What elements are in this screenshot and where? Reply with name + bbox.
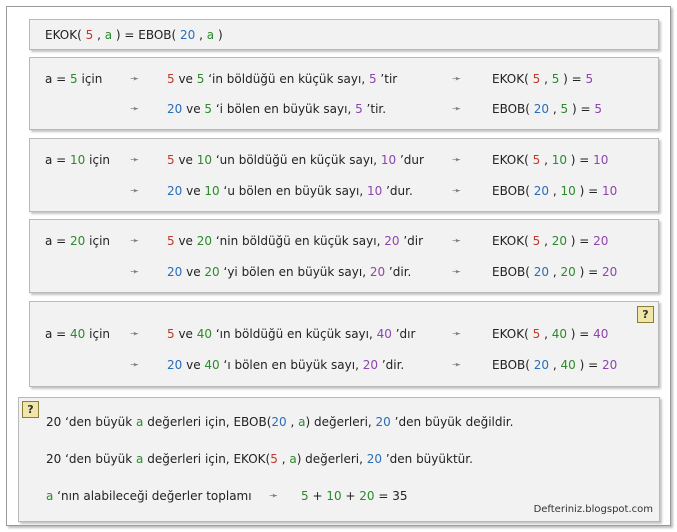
arrow-icon: ➛: [452, 72, 462, 85]
ekok-result: EKOK( 5 , 10 ) = 10: [492, 153, 609, 167]
arrow-icon: ➛: [269, 489, 279, 502]
arrow-icon: ➛: [452, 184, 462, 197]
ekok-explanation: 5 ve 5 ‘in böldüğü en küçük sayı, 5 ’tir: [167, 72, 398, 86]
conclusion-text: 20 ‘den büyük a değerleri için, EBOB(20 …: [46, 415, 514, 429]
equation-text: EKOK( 5 , a ) = EBOB( 20 , a ): [45, 28, 223, 42]
page-frame: EKOK( 5 , a ) = EBOB( 20 , a ) a = 5 içi…: [6, 6, 671, 526]
arrow-icon: ➛: [130, 102, 140, 115]
case-condition: a = 10 için: [45, 153, 111, 167]
case-box-a40: ? a = 40 için ➛ 5 ve 40 ‘ın böldüğü en k…: [29, 301, 659, 387]
arrow-icon: ➛: [452, 327, 462, 340]
sum-label: a ‘nın alabileceği değerler toplamı: [46, 489, 252, 503]
ebob-explanation: 20 ve 40 ‘ı bölen en büyük sayı, 20 ’dir…: [167, 358, 405, 372]
ekok-explanation: 5 ve 20 ‘nin böldüğü en küçük sayı, 20 ’…: [167, 234, 424, 248]
case-box-a5: a = 5 için ➛ 5 ve 5 ‘in böldüğü en küçük…: [29, 57, 659, 130]
case-condition: a = 5 için: [45, 72, 103, 86]
case-row-1: a = 20 için ➛ 5 ve 20 ‘nin böldüğü en kü…: [30, 233, 658, 249]
conclusion-line-1: 20 ‘den büyük a değerleri için, EBOB(20 …: [19, 414, 659, 430]
arrow-icon: ➛: [452, 102, 462, 115]
arrow-icon: ➛: [130, 234, 140, 247]
arrow-icon: ➛: [452, 153, 462, 166]
ebob-result: EBOB( 20 , 20 ) = 20: [492, 265, 618, 279]
case-row-1: a = 10 için ➛ 5 ve 10 ‘un böldüğü en küç…: [30, 152, 658, 168]
arrow-icon: ➛: [452, 358, 462, 371]
arrow-icon: ➛: [130, 358, 140, 371]
case-row-2: ➛ 20 ve 5 ‘i bölen en büyük sayı, 5 ’tir…: [30, 101, 658, 117]
ebob-explanation: 20 ve 5 ‘i bölen en büyük sayı, 5 ’tir.: [167, 102, 387, 116]
ekok-result: EKOK( 5 , 40 ) = 40: [492, 327, 609, 341]
ebob-result: EBOB( 20 , 40 ) = 20: [492, 358, 618, 372]
ebob-explanation: 20 ve 10 ‘u bölen en büyük sayı, 10 ’dur…: [167, 184, 413, 198]
case-row-2: ➛ 20 ve 40 ‘ı bölen en büyük sayı, 20 ’d…: [30, 357, 658, 373]
case-row-1: a = 40 için ➛ 5 ve 40 ‘ın böldüğü en küç…: [30, 326, 658, 342]
arrow-icon: ➛: [452, 265, 462, 278]
case-condition: a = 40 için: [45, 327, 111, 341]
ekok-explanation: 5 ve 40 ‘ın böldüğü en küçük sayı, 40 ’d…: [167, 327, 416, 341]
ebob-explanation: 20 ve 20 ‘yi bölen en büyük sayı, 20 ’di…: [167, 265, 412, 279]
conclusion-line-3: a ‘nın alabileceği değerler toplamı ➛ 5 …: [19, 488, 659, 504]
ekok-explanation: 5 ve 10 ‘un böldüğü en küçük sayı, 10 ’d…: [167, 153, 424, 167]
arrow-icon: ➛: [130, 327, 140, 340]
question-icon[interactable]: ?: [637, 306, 654, 323]
arrow-icon: ➛: [130, 265, 140, 278]
case-row-2: ➛ 20 ve 10 ‘u bölen en büyük sayı, 10 ’d…: [30, 183, 658, 199]
conclusion-box: ? 20 ‘den büyük a değerleri için, EBOB(2…: [18, 397, 660, 522]
equation-box: EKOK( 5 , a ) = EBOB( 20 , a ): [29, 19, 659, 50]
ebob-result: EBOB( 20 , 10 ) = 10: [492, 184, 618, 198]
arrow-icon: ➛: [130, 184, 140, 197]
case-row-1: a = 5 için ➛ 5 ve 5 ‘in böldüğü en küçük…: [30, 71, 658, 87]
case-condition: a = 20 için: [45, 234, 111, 248]
conclusion-text: 20 ‘den büyük a değerleri için, EKOK(5 ,…: [46, 452, 473, 466]
arrow-icon: ➛: [452, 234, 462, 247]
arrow-icon: ➛: [130, 153, 140, 166]
watermark: Defteriniz.blogspot.com: [533, 504, 653, 515]
ekok-result: EKOK( 5 , 20 ) = 20: [492, 234, 609, 248]
case-box-a20: a = 20 için ➛ 5 ve 20 ‘nin böldüğü en kü…: [29, 219, 659, 293]
ebob-result: EBOB( 20 , 5 ) = 5: [492, 102, 602, 116]
ekok-result: EKOK( 5 , 5 ) = 5: [492, 72, 594, 86]
sum-expression: 5 + 10 + 20 = 35: [301, 489, 408, 503]
case-box-a10: a = 10 için ➛ 5 ve 10 ‘un böldüğü en küç…: [29, 138, 659, 212]
case-row-2: ➛ 20 ve 20 ‘yi bölen en büyük sayı, 20 ’…: [30, 264, 658, 280]
equation-line: EKOK( 5 , a ) = EBOB( 20 , a ): [30, 27, 658, 43]
conclusion-line-2: 20 ‘den büyük a değerleri için, EKOK(5 ,…: [19, 451, 659, 467]
arrow-icon: ➛: [130, 72, 140, 85]
